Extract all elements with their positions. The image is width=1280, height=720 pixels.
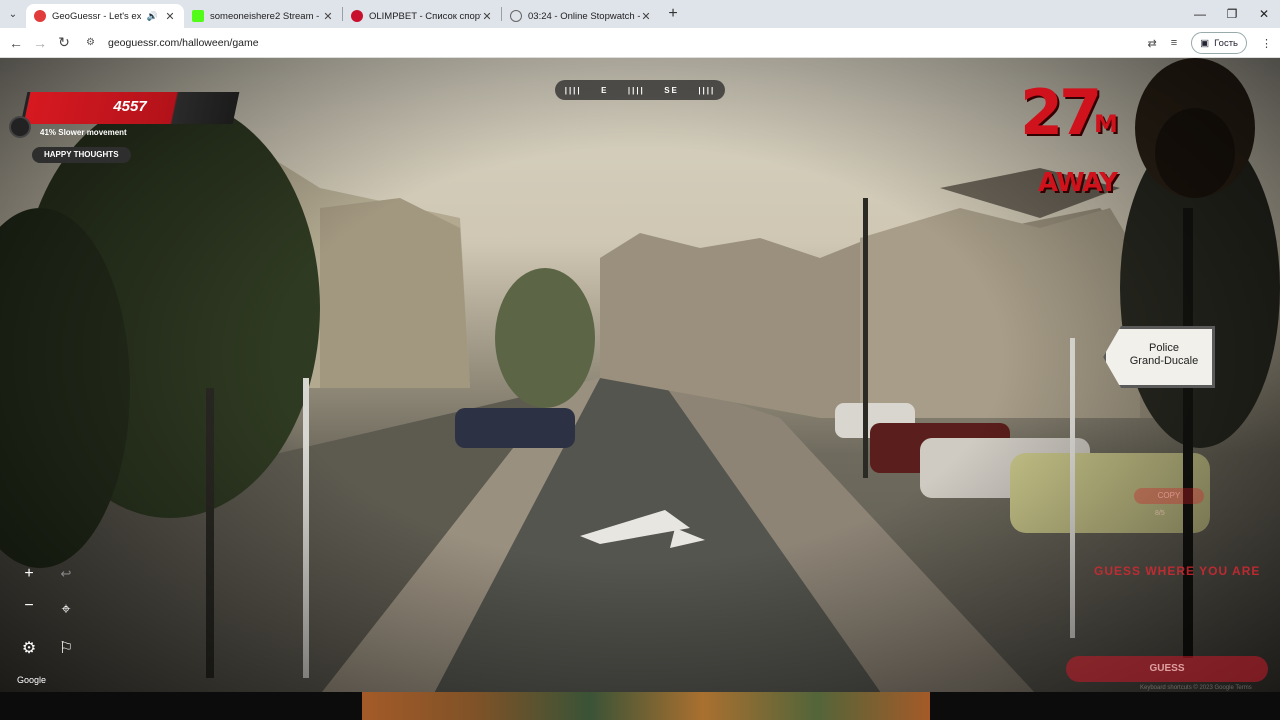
tab-title: someoneishere2 Stream - Watc: [210, 10, 322, 22]
zoom-out-button[interactable]: −: [16, 593, 42, 619]
close-tab-icon[interactable]: ✕: [322, 10, 334, 23]
compass: |||| E |||| SE ||||: [555, 80, 725, 100]
tab-geoguessr[interactable]: GeoGuessr - Let's explore the 🔊 ✕: [26, 4, 184, 28]
profile-label: Гость: [1214, 37, 1238, 49]
tab-stopwatch[interactable]: 03:24 - Online Stopwatch - vCl ✕: [502, 4, 660, 28]
site-info-icon[interactable]: ⚙: [86, 37, 100, 48]
tab-kick-stream[interactable]: someoneishere2 Stream - Watc ✕: [184, 4, 342, 28]
police-sign-text: Police Grand-Ducale: [1124, 342, 1204, 368]
flag-icon[interactable]: ⚐: [53, 635, 79, 661]
settings-gear-icon[interactable]: ⚙: [16, 635, 42, 661]
distance-value: 27: [1020, 76, 1102, 149]
compass-tick-icon: ||||: [627, 85, 645, 95]
street-view-panorama[interactable]: |||| E |||| SE |||| 4557 41% Slower move…: [0, 58, 1280, 720]
distance-indicator: 27 M AWAY: [1020, 76, 1130, 226]
tab-search-chevron-icon[interactable]: ⌄: [0, 0, 26, 28]
olimpbet-favicon-icon: [351, 10, 363, 22]
score-value: 4557: [113, 98, 147, 115]
zoom-in-button[interactable]: +: [16, 561, 42, 587]
halloween-banner-strip: [362, 692, 930, 720]
return-to-start-icon[interactable]: ⌖: [53, 597, 79, 623]
stopwatch-favicon-icon: [510, 10, 522, 22]
translate-icon[interactable]: ⇄: [1148, 37, 1157, 50]
distance-away-label: AWAY: [1038, 168, 1118, 198]
copy-subtext: 8/5: [1155, 510, 1165, 517]
sign-line-1: Police: [1149, 342, 1179, 354]
sign-line-2: Grand-Ducale: [1129, 355, 1199, 367]
menu-icon[interactable]: ⋮: [1261, 37, 1272, 50]
forward-button[interactable]: →: [28, 35, 52, 51]
media-controls-icon[interactable]: ≡: [1171, 37, 1177, 49]
profile-button[interactable]: ▣ Гость: [1191, 32, 1247, 54]
compass-tick-icon: ||||: [564, 85, 582, 95]
tab-title: GeoGuessr - Let's explore the: [52, 10, 141, 22]
kick-favicon-icon: [192, 10, 204, 22]
address-bar[interactable]: ⚙ geoguessr.com/halloween/game: [86, 32, 906, 54]
back-button[interactable]: ←: [4, 35, 28, 51]
distance-unit: M: [1094, 110, 1118, 138]
close-tab-icon[interactable]: ✕: [481, 10, 493, 23]
new-tab-button[interactable]: +: [660, 5, 686, 23]
happy-thoughts-button[interactable]: HAPPY THOUGHTS: [32, 147, 131, 163]
browser-toolbar: ← → ↻ ⚙ geoguessr.com/halloween/game ⇄ ≡…: [0, 28, 1280, 58]
slow-movement-text: 41% Slower movement: [40, 128, 127, 137]
audio-icon[interactable]: 🔊: [147, 11, 158, 22]
compass-tick-icon: ||||: [698, 85, 716, 95]
window-controls: — ❐ ✕: [1184, 0, 1280, 28]
profile-icon: ▣: [1200, 37, 1210, 49]
tab-olimpbet[interactable]: OLIMPBET - Список спортивн ✕: [343, 4, 501, 28]
tab-title: 03:24 - Online Stopwatch - vCl: [528, 10, 640, 22]
tab-strip: ⌄ GeoGuessr - Let's explore the 🔊 ✕ some…: [0, 0, 1280, 28]
tab-title: OLIMPBET - Список спортивн: [369, 10, 481, 22]
restore-button[interactable]: ❐: [1216, 0, 1248, 28]
compass-southeast: SE: [664, 85, 679, 95]
map-copyright: Keyboard shortcuts © 2023 Google Terms: [1140, 685, 1252, 691]
geoguessr-favicon-icon: [34, 10, 46, 22]
close-window-button[interactable]: ✕: [1248, 0, 1280, 28]
score-knob-icon: [9, 116, 31, 138]
toolbar-actions: ⇄ ≡ ▣ Гость ⋮: [1148, 32, 1272, 54]
undo-icon[interactable]: ↩: [53, 561, 79, 587]
minimize-button[interactable]: —: [1184, 0, 1216, 28]
compass-east: E: [601, 85, 609, 95]
url-text: geoguessr.com/halloween/game: [108, 36, 259, 49]
google-logo: Google: [17, 675, 47, 685]
close-tab-icon[interactable]: ✕: [640, 10, 652, 23]
copy-button[interactable]: COPY: [1134, 488, 1204, 504]
close-tab-icon[interactable]: ✕: [164, 10, 176, 23]
guess-hint-text: GUESS WHERE YOU ARE: [1094, 564, 1261, 578]
reload-button[interactable]: ↻: [52, 34, 76, 51]
guess-button[interactable]: GUESS: [1066, 656, 1268, 682]
